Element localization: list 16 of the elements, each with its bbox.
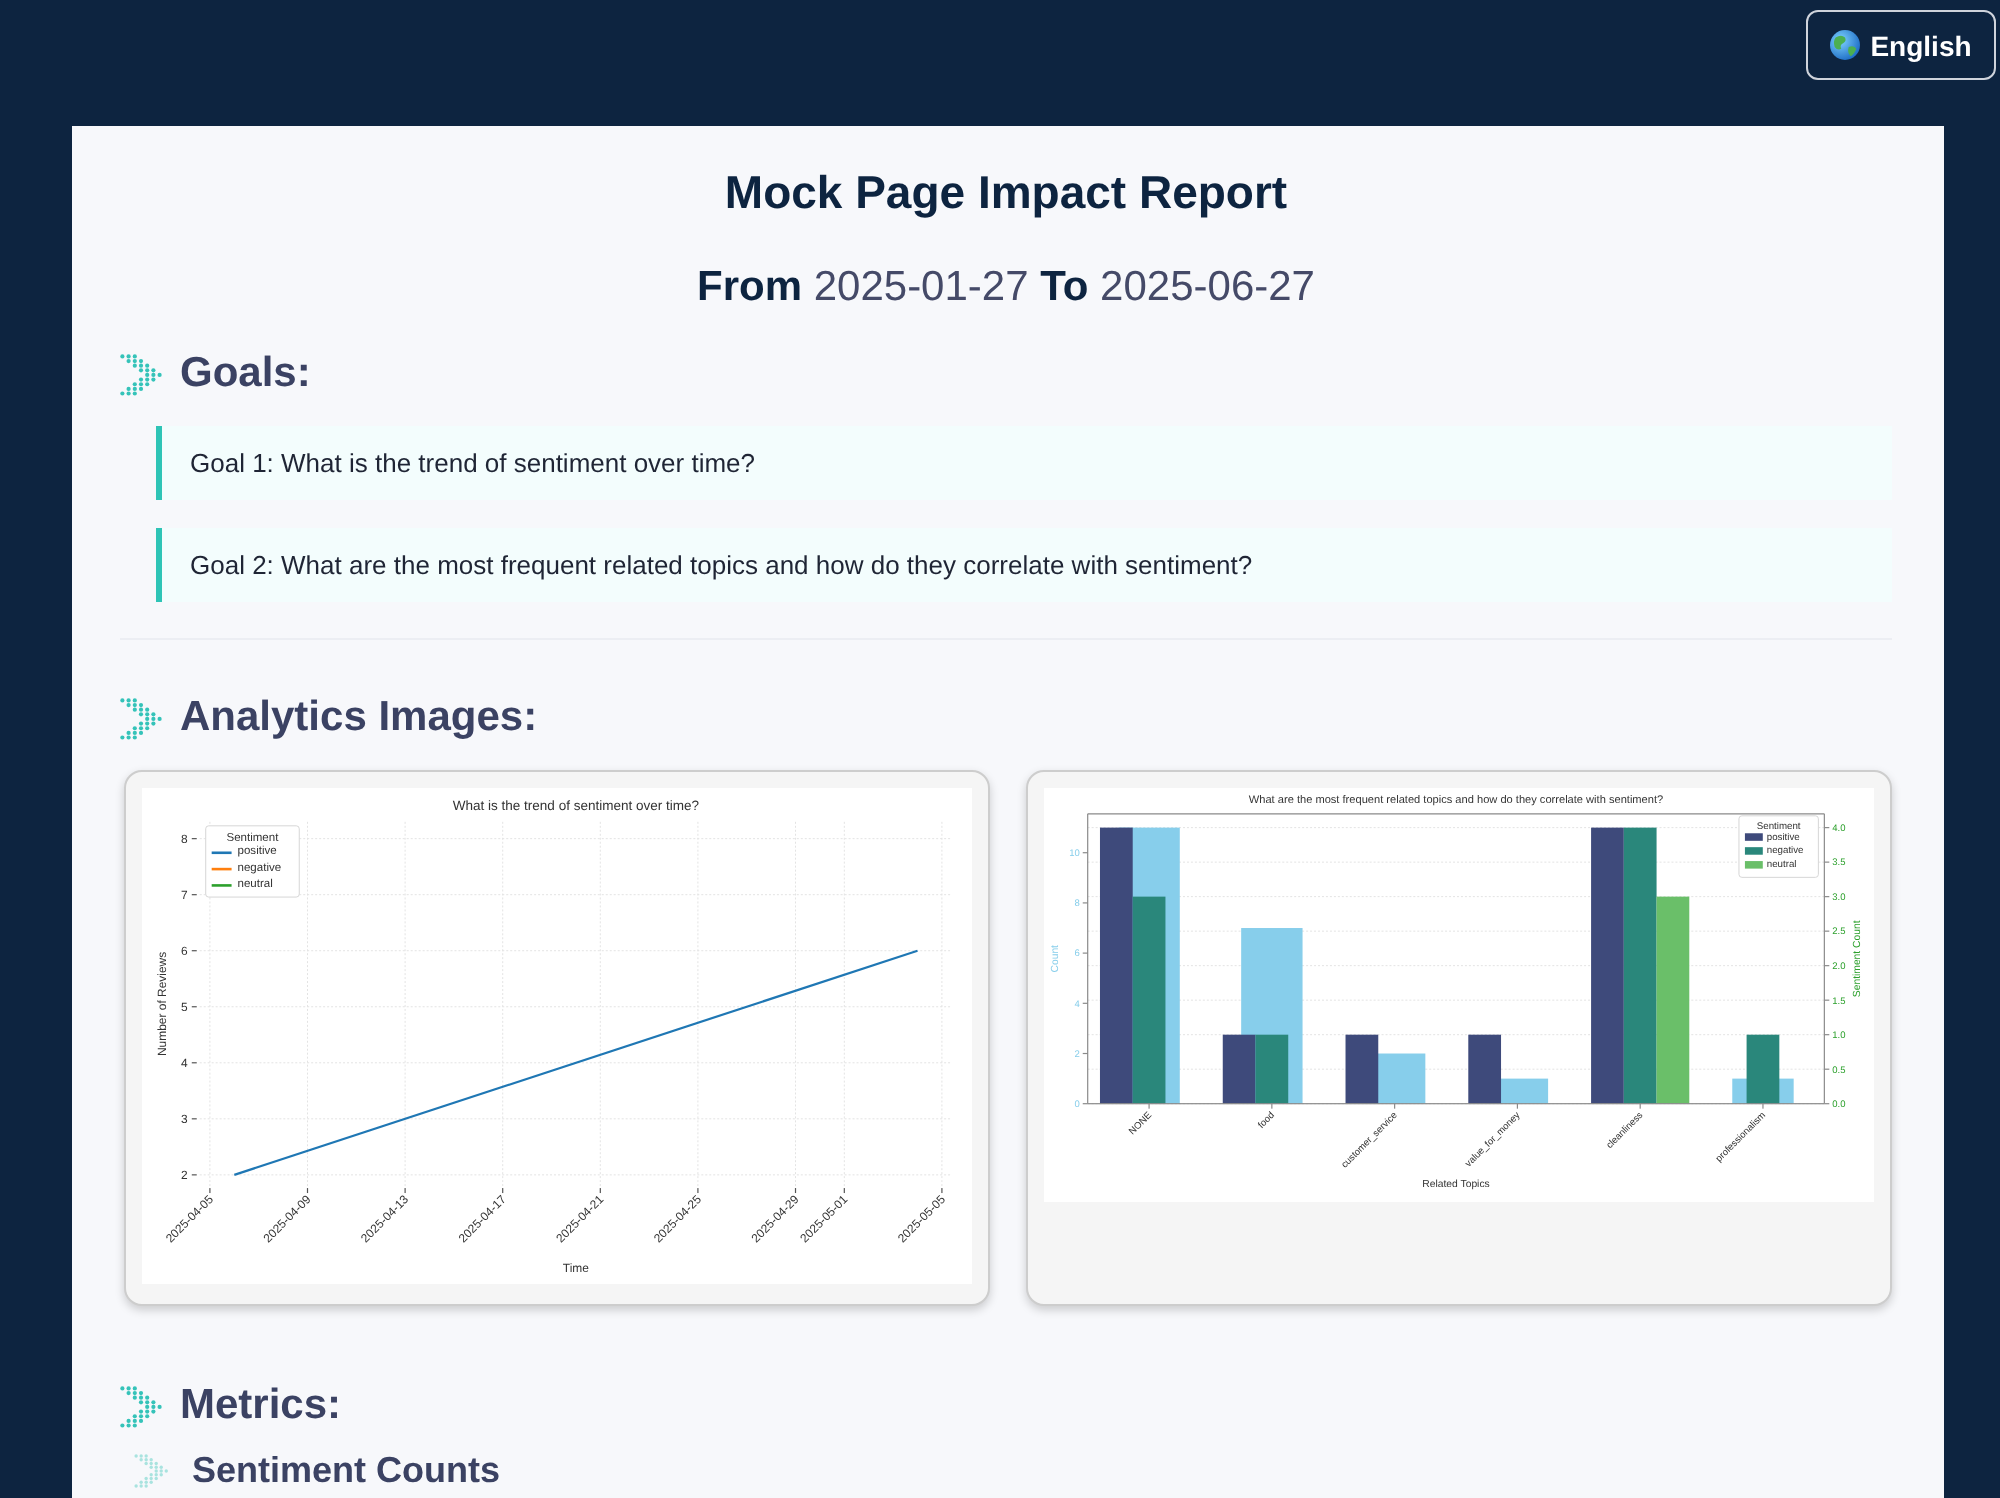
dotted-arrow-icon	[120, 353, 164, 395]
globe-icon	[1830, 30, 1861, 60]
section-heading: Goals:	[180, 348, 311, 400]
dotted-arrow-icon	[132, 1453, 172, 1487]
section-heading: Analytics Images:	[180, 692, 538, 744]
section-heading: Metrics:	[180, 1380, 342, 1432]
date-range: From 2025-01-27 To 2025-06-27	[695, 262, 1317, 314]
dotted-arrow-icon	[120, 697, 164, 739]
goal-item: Goal 2: What are the most frequent related topics and how do they correlate with sentiment?	[156, 528, 1892, 602]
legend-box	[205, 825, 300, 898]
goal-item: Goal 1: What is the trend of sentiment over time?	[156, 426, 1892, 500]
sub-heading: Sentiment Counts	[192, 1448, 501, 1494]
language-button[interactable]: English	[1806, 10, 1996, 80]
dotted-arrow-icon	[120, 1385, 164, 1427]
report-title: Mock Page Impact Report	[722, 164, 1290, 222]
legend-box	[1738, 815, 1819, 878]
